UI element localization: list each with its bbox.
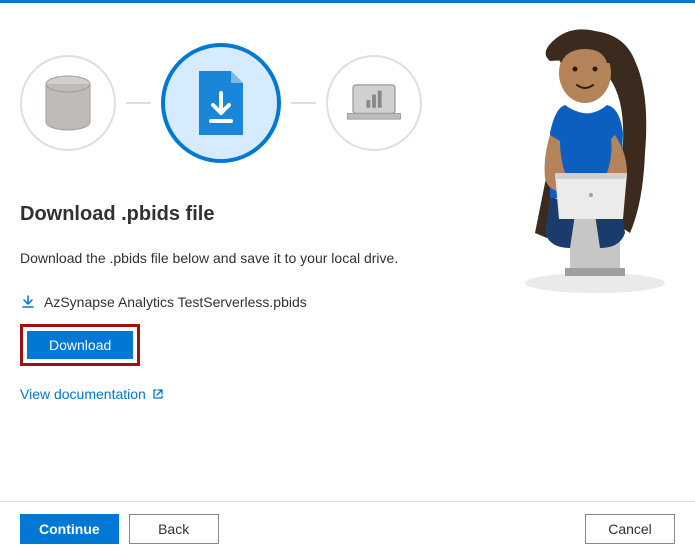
dialog-footer: Continue Back Cancel <box>0 501 695 556</box>
download-button[interactable]: Download <box>27 331 133 359</box>
step-database <box>20 55 116 151</box>
view-documentation-link[interactable]: View documentation <box>20 386 164 402</box>
person-laptop-illustration <box>495 23 685 303</box>
laptop-chart-icon <box>344 83 404 123</box>
step-connector <box>291 102 316 104</box>
continue-button[interactable]: Continue <box>20 514 119 544</box>
pbids-filename: AzSynapse Analytics TestServerless.pbids <box>44 294 307 310</box>
database-icon <box>43 75 93 131</box>
external-link-icon <box>152 388 164 400</box>
step-connector <box>126 102 151 104</box>
download-arrow-icon <box>20 294 36 310</box>
step-powerbi <box>326 55 422 151</box>
download-highlight-box: Download <box>20 324 140 366</box>
file-download-icon <box>193 69 249 137</box>
back-button[interactable]: Back <box>129 514 219 544</box>
documentation-link-label: View documentation <box>20 386 146 402</box>
step-download-file <box>161 43 281 163</box>
cancel-button[interactable]: Cancel <box>585 514 675 544</box>
